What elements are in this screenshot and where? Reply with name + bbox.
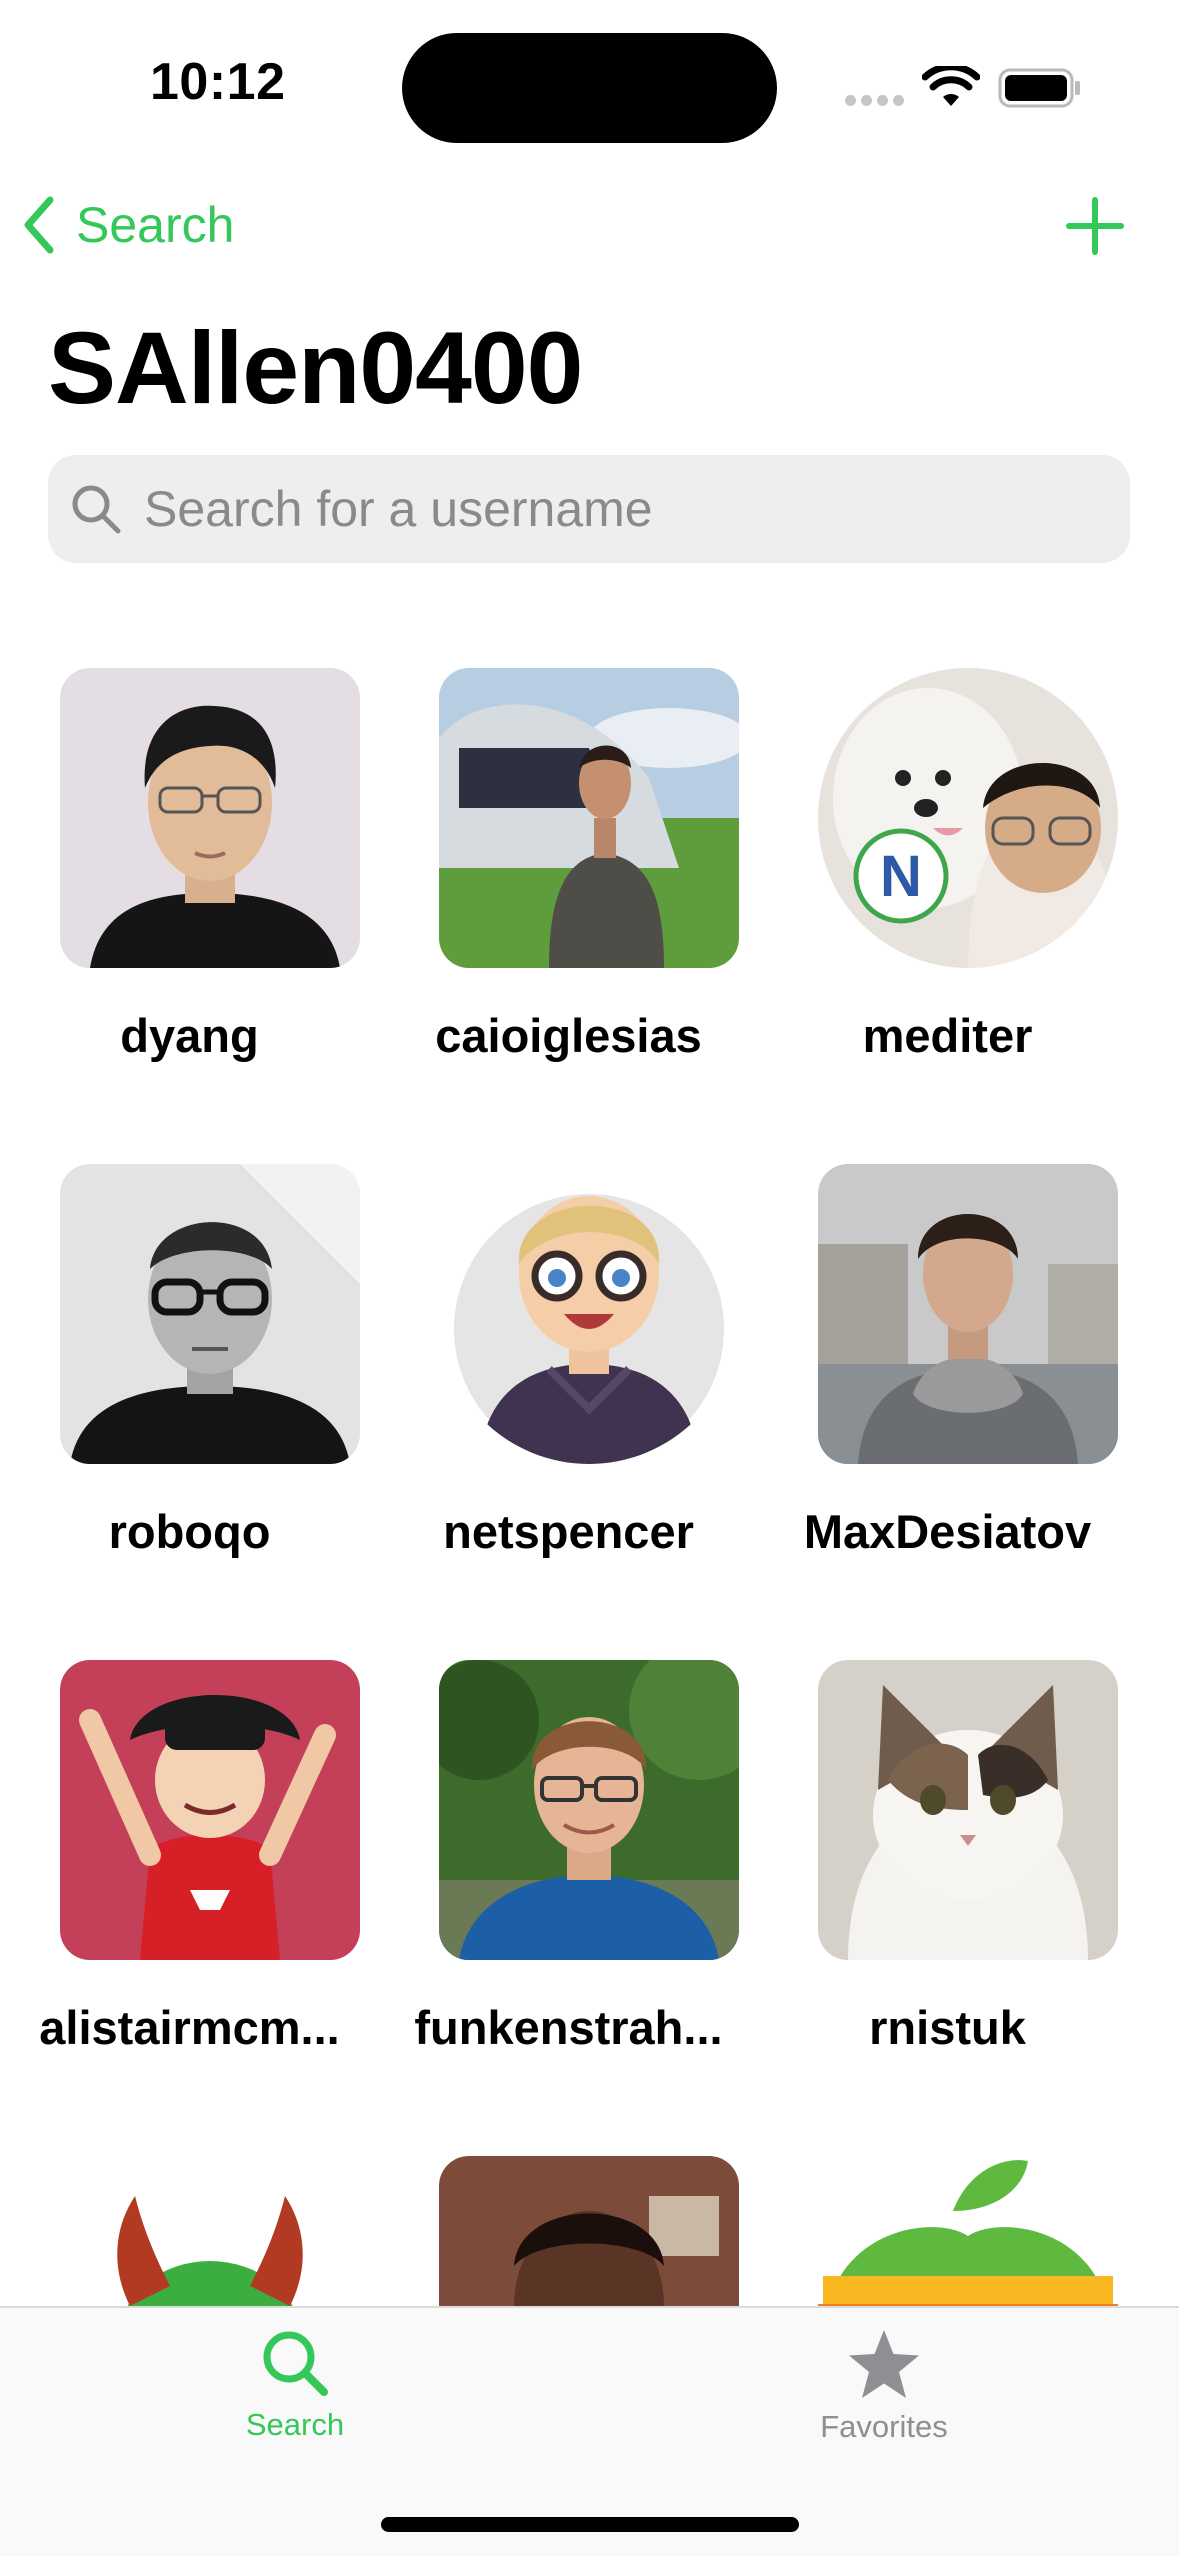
user-cell-netspencer[interactable]: netspencer <box>379 1164 758 1604</box>
search-icon <box>263 2331 328 2396</box>
avatar <box>60 1660 360 1960</box>
username: dyang <box>120 1009 259 1062</box>
status-time: 10:12 <box>150 53 286 111</box>
user-cell-funkenstrah[interactable]: funkenstrah... <box>379 1660 758 2100</box>
home-indicator[interactable] <box>381 2517 799 2532</box>
search-icon <box>72 485 121 534</box>
search-field[interactable] <box>48 455 1130 563</box>
wifi-icon <box>922 66 980 106</box>
user-grid: dyang caioiglesias N mediter roboqo nets… <box>0 668 1179 2308</box>
username: rnistuk <box>869 2001 1026 2054</box>
avatar <box>439 1164 739 1464</box>
username: funkenstrah... <box>414 2001 723 2054</box>
user-cell-maxdesiatov[interactable]: MaxDesiatov <box>758 1164 1137 1604</box>
avatar <box>818 2156 1118 2308</box>
cellular-signal-icon <box>845 93 909 111</box>
tab-favorites[interactable]: Favorites <box>734 2328 1034 2445</box>
username: netspencer <box>443 1505 694 1558</box>
user-cell-partial[interactable] <box>379 2156 758 2308</box>
tab-favorites-label: Favorites <box>820 2409 948 2444</box>
user-cell-roboqo[interactable]: roboqo <box>0 1164 379 1604</box>
tab-search[interactable]: Search <box>145 2328 445 2443</box>
username: MaxDesiatov <box>803 1505 1092 1558</box>
avatar <box>439 2156 739 2308</box>
screen: 10:12 Search SAllen0400 Search for a use… <box>0 0 1179 2556</box>
back-button-label: Search <box>76 197 235 253</box>
star-icon <box>849 2330 919 2398</box>
battery-icon <box>998 68 1080 108</box>
username: roboqo <box>108 1505 271 1558</box>
user-cell-partial[interactable] <box>758 2156 1137 2308</box>
user-cell-rnistuk[interactable]: rnistuk <box>758 1660 1137 2100</box>
tab-search-label: Search <box>245 2407 345 2442</box>
user-cell-dyang[interactable]: dyang <box>0 668 379 1108</box>
user-cell-caioiglesias[interactable]: caioiglesias <box>379 668 758 1108</box>
search-input[interactable] <box>142 479 1046 539</box>
user-cell-partial[interactable] <box>0 2156 379 2308</box>
page-title: SAllen0400 <box>48 311 583 425</box>
user-cell-alistairmcm[interactable]: alistairmcm... <box>0 1660 379 2100</box>
avatar <box>439 668 739 968</box>
avatar <box>60 668 360 968</box>
avatar <box>818 1660 1118 1960</box>
avatar: N <box>818 668 1118 968</box>
svg-text:N: N <box>880 844 922 909</box>
avatar <box>818 1164 1118 1464</box>
user-cell-mediter[interactable]: N mediter <box>758 668 1137 1108</box>
back-button[interactable]: Search <box>22 190 234 260</box>
chevron-left-icon <box>24 196 54 254</box>
dynamic-island <box>402 33 777 143</box>
username: alistairmcm... <box>39 2001 340 2054</box>
add-button[interactable] <box>1065 196 1125 256</box>
avatar <box>439 1660 739 1960</box>
username: mediter <box>862 1009 1033 1062</box>
username: caioiglesias <box>435 1009 702 1062</box>
avatar <box>60 2156 360 2308</box>
avatar <box>60 1164 360 1464</box>
